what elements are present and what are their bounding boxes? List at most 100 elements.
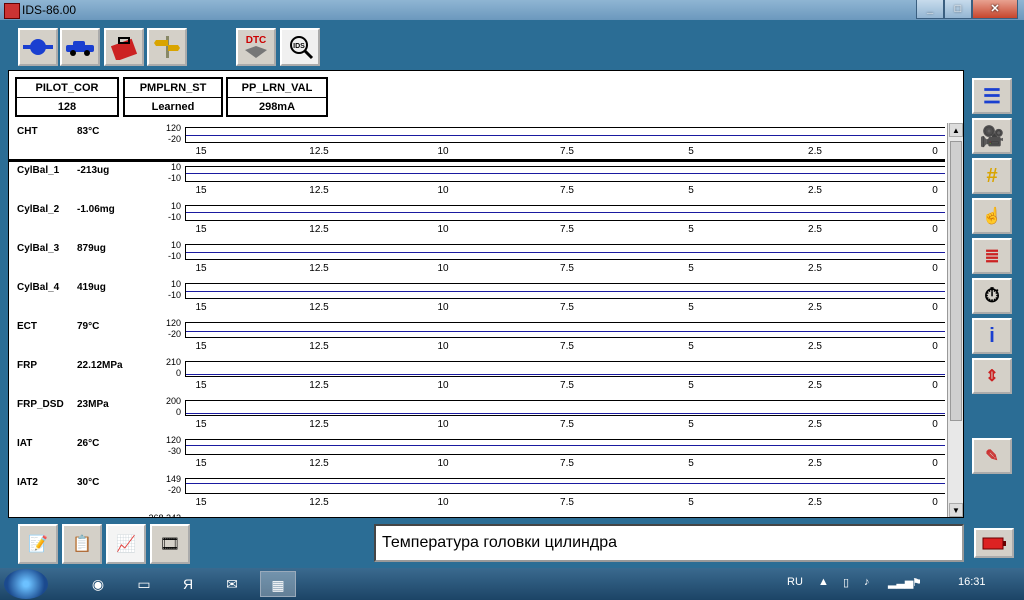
x-tick-label: 10 bbox=[437, 380, 449, 391]
vehicle-button[interactable] bbox=[60, 28, 100, 66]
flag-icon[interactable]: ⚑ bbox=[912, 576, 922, 589]
graph-scrollbar[interactable]: ▲ ▼ bbox=[947, 123, 963, 517]
x-tick-label: 7.5 bbox=[560, 458, 574, 469]
graph-ymin: -20 bbox=[167, 485, 181, 495]
graph-ymax: 10 bbox=[170, 162, 181, 172]
scroll-up-arrow[interactable]: ▲ bbox=[949, 123, 963, 137]
clock[interactable]: 16:31 bbox=[958, 576, 986, 588]
report-button[interactable]: 📝 bbox=[18, 524, 58, 564]
graph-row[interactable]: CylBal_1 -213ug 10 -10 15 12.5 10 7.5 5 2.5 0 bbox=[9, 162, 945, 201]
x-tick-label: 15 bbox=[195, 224, 207, 235]
x-tick-label: 10 bbox=[437, 419, 449, 430]
record-button[interactable]: 🎥 bbox=[972, 118, 1012, 154]
graph-pid-name: CylBal_1 bbox=[17, 165, 60, 176]
pid-box-pmplrn-st[interactable]: PMPLRN_ST Learned bbox=[123, 77, 223, 117]
graph-list[interactable]: CHT 83°C 120 -20 15 12.5 10 7.5 5 2.5 0 CylBal_1 -21… bbox=[9, 123, 945, 517]
graph-pid-value: 22.12MPa bbox=[77, 360, 123, 371]
numeric-view-button[interactable]: # bbox=[972, 158, 1012, 194]
graph-row[interactable]: CylBal_4 419ug 10 -10 15 12.5 10 7.5 5 2.5 0 bbox=[9, 279, 945, 318]
signpost-button[interactable] bbox=[147, 28, 187, 66]
top-toolbar: DTC IDS bbox=[0, 20, 1024, 70]
tray-arrow-icon[interactable]: ▲ bbox=[818, 576, 829, 588]
graph-pid-name: FRP_DSD bbox=[17, 399, 64, 410]
pid-select-button[interactable]: ≣ bbox=[972, 238, 1012, 274]
x-tick-label: 12.5 bbox=[309, 263, 329, 274]
close-button[interactable]: ✕ bbox=[972, 0, 1018, 19]
datalogger-tab-button[interactable]: 📈 bbox=[106, 524, 146, 564]
connection-button[interactable] bbox=[18, 28, 58, 66]
pid-box-pp-lrn-val[interactable]: PP_LRN_VAL 298mA bbox=[226, 77, 328, 117]
info-button[interactable]: i bbox=[972, 318, 1012, 354]
graph-ymin: -10 bbox=[167, 212, 181, 222]
windows-taskbar: ◉ ▭ Я ✉ ▦ RU ▲ ▯ ♪ ▂▃▅ ⚑ 16:31 bbox=[0, 568, 1024, 600]
eraser-icon: ✎ bbox=[985, 448, 999, 465]
battery-tray-icon[interactable]: ▯ bbox=[843, 576, 849, 589]
timer-button[interactable]: ⏱ bbox=[972, 278, 1012, 314]
x-tick-label: 5 bbox=[688, 146, 694, 157]
graph-pid-value: 79°C bbox=[77, 321, 100, 332]
start-button[interactable] bbox=[4, 569, 48, 599]
x-tick-label: 15 bbox=[195, 146, 207, 157]
x-tick-label: 5 bbox=[688, 497, 694, 508]
network-icon[interactable]: ▂▃▅ bbox=[888, 576, 913, 589]
graph-row[interactable]: IAT 26°C 120 -30 15 12.5 10 7.5 5 2.5 0 bbox=[9, 435, 945, 474]
graph-ymax: 10 bbox=[170, 201, 181, 211]
pid-name: PMPLRN_ST bbox=[125, 79, 221, 98]
trigger-button[interactable]: ☝ bbox=[972, 198, 1012, 234]
playback-button[interactable]: 🎞 bbox=[150, 524, 190, 564]
graph-ymax: 149 bbox=[165, 474, 181, 484]
x-tick-label: 15 bbox=[195, 341, 207, 352]
window-title: IDS-86.00 bbox=[22, 3, 77, 17]
pid-box-pilot-cor[interactable]: PILOT_COR 128 bbox=[15, 77, 119, 117]
clipboard-icon: ≣ bbox=[984, 245, 1000, 266]
mail-icon[interactable]: ✉ bbox=[214, 571, 250, 597]
volume-icon[interactable]: ♪ bbox=[864, 576, 870, 588]
scroll-thumb[interactable] bbox=[950, 141, 962, 421]
scroll-down-arrow[interactable]: ▼ bbox=[949, 503, 963, 517]
x-tick-label: 12.5 bbox=[309, 185, 329, 196]
graph-row[interactable]: CylBal_2 -1.06mg 10 -10 15 12.5 10 7.5 5 2.5 0 bbox=[9, 201, 945, 240]
toolbox-button[interactable] bbox=[104, 28, 144, 66]
graph-plot-area bbox=[185, 361, 945, 377]
graph-chart-icon: 📈 bbox=[116, 536, 136, 553]
x-tick-label: 5 bbox=[688, 224, 694, 235]
graph-plot-area bbox=[185, 322, 945, 338]
x-tick-label: 2.5 bbox=[808, 341, 822, 352]
language-indicator[interactable]: RU bbox=[787, 576, 803, 588]
x-tick-label: 5 bbox=[688, 341, 694, 352]
toolbox-list-button[interactable]: 📋 bbox=[62, 524, 102, 564]
chrome-icon[interactable]: ◉ bbox=[80, 571, 116, 597]
list-view-button[interactable]: ☰ bbox=[972, 78, 1012, 114]
graph-pid-value: 26°C bbox=[77, 438, 100, 449]
x-tick-label: 15 bbox=[195, 263, 207, 274]
datalogger-panel: PILOT_COR 128 PMPLRN_ST Learned PP_LRN_V… bbox=[8, 70, 964, 518]
graph-scale-button[interactable]: ⇕ bbox=[972, 358, 1012, 394]
clear-button[interactable]: ✎ bbox=[972, 438, 1012, 474]
graph-pid-name: CylBal_3 bbox=[17, 243, 60, 254]
graph-pid-name: FRP bbox=[17, 360, 37, 371]
graph-row[interactable]: ECT 79°C 120 -20 15 12.5 10 7.5 5 2.5 0 bbox=[9, 318, 945, 357]
graph-ymin: -10 bbox=[167, 290, 181, 300]
x-tick-label: 15 bbox=[195, 419, 207, 430]
x-tick-label: 2.5 bbox=[808, 146, 822, 157]
datalogger-button[interactable]: IDS bbox=[280, 28, 320, 66]
graph-plot-area bbox=[185, 478, 945, 494]
x-tick-label: 2.5 bbox=[808, 380, 822, 391]
graph-row[interactable]: IAT2 30°C 149 -20 15 12.5 10 7.5 5 2.5 0 bbox=[9, 474, 945, 513]
graph-row[interactable]: FRP 22.12MPa 210 0 15 12.5 10 7.5 5 2.5 0 bbox=[9, 357, 945, 396]
graph-row[interactable]: CylBal_3 879ug 10 -10 15 12.5 10 7.5 5 2.5 0 bbox=[9, 240, 945, 279]
list-icon: ☰ bbox=[983, 85, 1001, 108]
ids-task-icon[interactable]: ▦ bbox=[260, 571, 296, 597]
graph-row[interactable]: FRP_DSD 23MPa 200 0 15 12.5 10 7.5 5 2.5 0 bbox=[9, 396, 945, 435]
yandex-icon[interactable]: Я bbox=[170, 571, 206, 597]
x-tick-label: 7.5 bbox=[560, 224, 574, 235]
graph-ymax: 200 bbox=[165, 396, 181, 406]
dtc-button[interactable]: DTC bbox=[236, 28, 276, 66]
maximize-button[interactable]: □ bbox=[944, 0, 972, 19]
explorer-icon[interactable]: ▭ bbox=[126, 571, 162, 597]
graph-pid-name: CylBal_2 bbox=[17, 204, 60, 215]
x-tick-label: 7.5 bbox=[560, 497, 574, 508]
info-icon: i bbox=[989, 324, 995, 347]
graph-row[interactable]: CHT 83°C 120 -20 15 12.5 10 7.5 5 2.5 0 bbox=[9, 123, 945, 162]
minimize-button[interactable]: _ bbox=[916, 0, 944, 19]
